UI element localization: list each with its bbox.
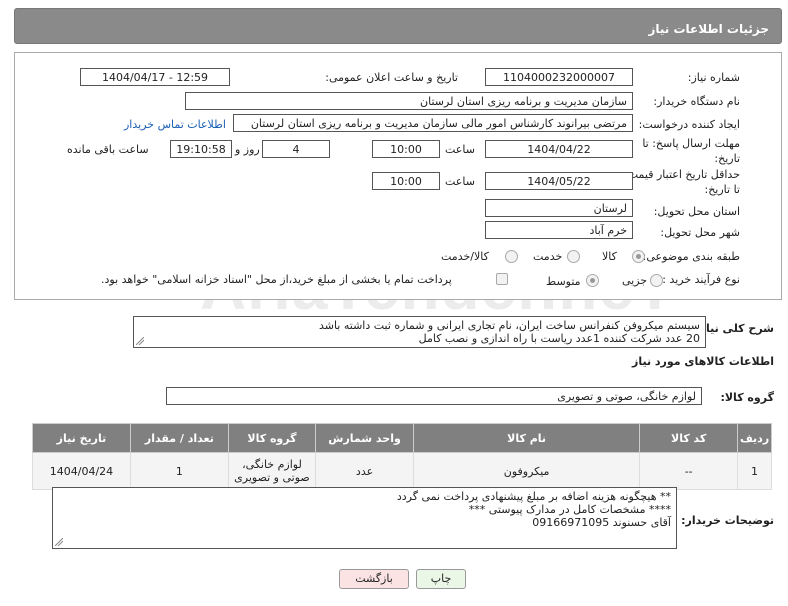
validity-label-1: حداقل تاریخ اعتبار قیمت: (624, 168, 740, 181)
print-button[interactable]: چاپ (416, 569, 466, 589)
col-unit: واحد شمارش (315, 423, 414, 453)
deadline-label-2: تاریخ: (714, 152, 740, 165)
need-number-field: 1104000232000007 (485, 68, 633, 86)
category-label: طبقه بندی موضوعی: (642, 250, 740, 263)
description-line-2: 20 عدد شرکت کننده 1عدد ریاست با راه اندا… (418, 332, 700, 345)
buyer-notes-textarea[interactable]: ** هیچگونه هزینه اضافه بر مبلغ پیشنهادی … (52, 487, 677, 549)
resize-handle-icon[interactable] (55, 538, 63, 546)
category-option-goods: کالا (602, 250, 617, 263)
payment-note: پرداخت تمام یا بخشی از مبلغ خرید،از محل … (101, 273, 452, 286)
col-date: تاریخ نیاز (32, 423, 131, 453)
process-option-minor: جزیی (622, 274, 648, 287)
category-radio-goods[interactable] (632, 250, 645, 263)
deadline-label-1: مهلت ارسال پاسخ: تا (642, 137, 740, 150)
description-line-1: سیستم میکروفن کنفرانس ساخت ایران، نام تج… (318, 319, 700, 332)
page-header: جزئیات اطلاعات نیاز (14, 8, 782, 44)
validity-time-field: 10:00 (372, 172, 440, 190)
back-button[interactable]: بازگشت (339, 569, 409, 589)
province-field: لرستان (485, 199, 633, 217)
category-radio-service[interactable] (567, 250, 580, 263)
cell-group-line-2: صوتی و تصویری (234, 471, 310, 484)
requester-field: مرتضی بیرانوند کارشناس امور مالی سازمان … (233, 114, 633, 132)
announce-field: 1404/04/17 - 12:59 (80, 68, 230, 86)
city-field: خرم آباد (485, 221, 633, 239)
buyer-notes-line-3: آقای حسنوند 09166971095 (532, 516, 671, 529)
items-table: ردیف کد کالا نام کالا واحد شمارش گروه کا… (32, 423, 772, 490)
category-option-service: خدمت (533, 250, 563, 263)
remaining-label: ساعت باقی مانده (67, 143, 149, 156)
buyer-notes-label: توضیحات خریدار: (681, 514, 774, 527)
col-name: نام کالا (412, 423, 641, 453)
need-number-label: شماره نیاز: (687, 71, 740, 84)
cell-date: 1404/04/24 (32, 452, 131, 490)
buyer-org-field: سازمان مدیریت و برنامه ریزی استان لرستان (185, 92, 633, 110)
cell-row: 1 (737, 452, 772, 490)
announce-label: تاریخ و ساعت اعلان عمومی: (325, 71, 458, 84)
cell-group: لوازم خانگی، صوتی و تصویری (227, 452, 317, 490)
col-code: کد کالا (639, 423, 739, 453)
category-option-goods-service: کالا/خدمت (441, 250, 489, 263)
cell-code: -- (639, 452, 739, 490)
col-group: گروه کالا (227, 423, 317, 453)
deadline-date-field: 1404/04/22 (485, 140, 633, 158)
buyer-notes-line-1: ** هیچگونه هزینه اضافه بر مبلغ پیشنهادی … (396, 490, 671, 503)
process-radio-medium[interactable] (586, 274, 599, 287)
treasury-payment-checkbox[interactable] (496, 273, 508, 285)
remaining-time-field: 19:10:58 (170, 140, 232, 158)
days-label: روز و (235, 143, 260, 156)
description-label: شرح کلی نیاز: (695, 322, 774, 335)
category-radio-goods-service[interactable] (505, 250, 518, 263)
cell-name: میکروفون (412, 452, 641, 490)
cell-group-line-1: لوازم خانگی، (242, 458, 302, 471)
deadline-time-field: 10:00 (372, 140, 440, 158)
goods-section-title: اطلاعات کالاهای مورد نیاز (632, 355, 774, 368)
col-row: ردیف (737, 423, 772, 453)
resize-handle-icon[interactable] (136, 337, 144, 345)
buyer-notes-line-2: **** مشخصات کامل در مدارک پیوستی *** (468, 503, 671, 516)
requester-label: ایجاد کننده درخواست: (638, 118, 740, 131)
validity-label-2: تا تاریخ: (704, 183, 740, 196)
table-row: 1 -- میکروفون عدد لوازم خانگی، صوتی و تصو… (32, 452, 772, 490)
validity-time-label: ساعت (445, 175, 475, 188)
validity-date-field: 1404/05/22 (485, 172, 633, 190)
cell-unit: عدد (315, 452, 414, 490)
description-textarea[interactable]: سیستم میکروفن کنفرانس ساخت ایران، نام تج… (133, 316, 706, 348)
col-qty: تعداد / مقدار (129, 423, 229, 453)
page-title: جزئیات اطلاعات نیاز (648, 22, 769, 36)
days-field: 4 (262, 140, 330, 158)
contact-info-link[interactable]: اطلاعات تماس خریدار (124, 118, 226, 131)
goods-group-label: گروه کالا: (720, 391, 774, 404)
process-option-medium: متوسط (546, 275, 581, 288)
buyer-org-label: نام دستگاه خریدار: (653, 95, 740, 108)
deadline-time-label: ساعت (445, 143, 475, 156)
table-header-row: ردیف کد کالا نام کالا واحد شمارش گروه کا… (32, 423, 772, 453)
process-radio-minor[interactable] (650, 274, 663, 287)
province-label: استان محل تحویل: (653, 205, 740, 218)
cell-qty: 1 (129, 452, 229, 490)
goods-group-field: لوازم خانگی، صوتی و تصویری (166, 387, 702, 405)
process-label: نوع فرآیند خرید : (662, 273, 740, 286)
city-label: شهر محل تحویل: (660, 226, 740, 239)
